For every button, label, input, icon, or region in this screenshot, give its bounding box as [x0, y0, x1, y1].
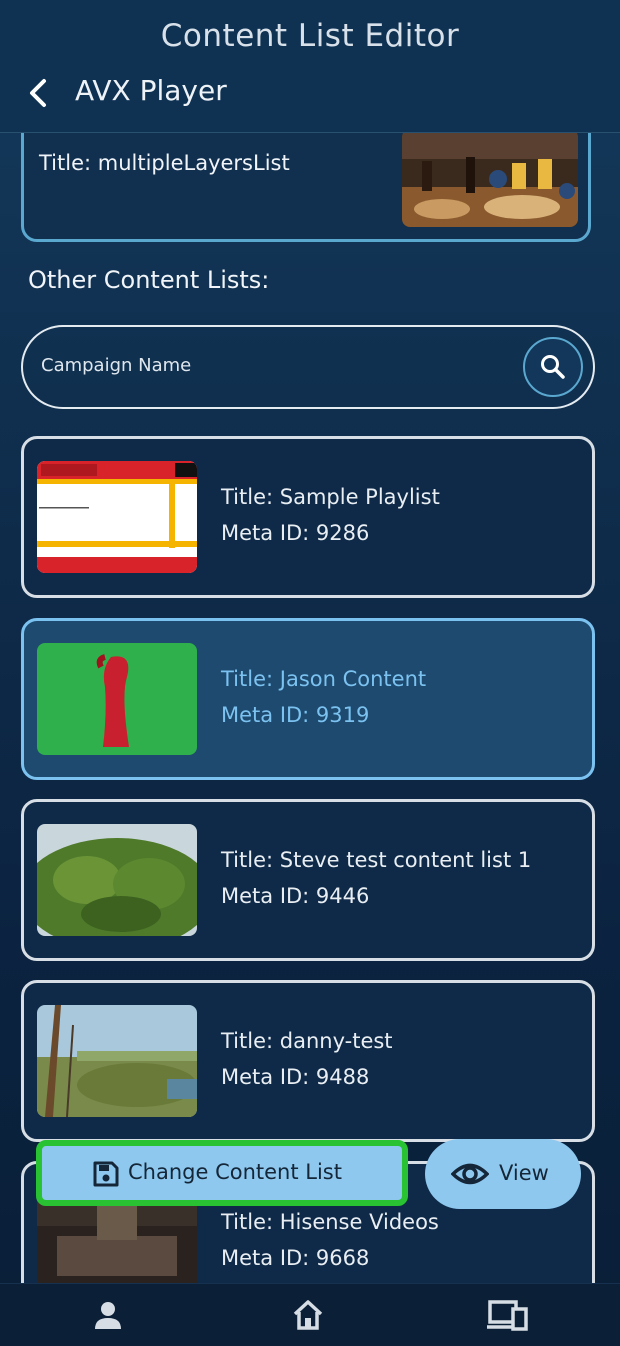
item-title: Title: Jason Content — [221, 667, 427, 691]
item-title: Title: Sample Playlist — [221, 485, 440, 509]
tree-thumbnail — [37, 824, 197, 936]
player-name: AVX Player — [75, 74, 227, 107]
item-meta-id: Meta ID: 9668 — [221, 1246, 370, 1270]
item-meta-id: Meta ID: 9286 — [221, 521, 370, 545]
item-title: Title: danny-test — [221, 1029, 393, 1053]
view-button[interactable]: View — [425, 1139, 581, 1209]
content-list-item-selected[interactable]: Title: Jason Content Meta ID: 9319 — [21, 618, 595, 780]
item-meta-id: Meta ID: 9488 — [221, 1065, 370, 1089]
green-figure-thumbnail — [37, 643, 197, 755]
back-arrow-icon[interactable] — [22, 76, 56, 110]
item-meta-id: Meta ID: 9319 — [221, 703, 370, 727]
landscape-thumbnail — [37, 1005, 197, 1117]
view-label: View — [499, 1161, 549, 1185]
page-title: Content List Editor — [160, 18, 460, 54]
app-header: Content List Editor AVX Player — [0, 0, 620, 133]
content-list-item[interactable]: Title: Sample Playlist Meta ID: 9286 — [21, 436, 595, 598]
other-lists-label: Other Content Lists: — [28, 266, 270, 294]
search-bar[interactable]: Campaign Name — [21, 325, 595, 409]
bottom-navigation — [0, 1283, 620, 1346]
change-content-list-button[interactable]: Change Content List — [36, 1140, 408, 1206]
search-icon — [541, 355, 565, 379]
content-list-item[interactable]: Title: danny-test Meta ID: 9488 — [21, 980, 595, 1142]
home-icon[interactable] — [291, 1299, 325, 1331]
item-meta-id: Meta ID: 9446 — [221, 884, 370, 908]
person-icon[interactable] — [92, 1299, 124, 1331]
search-button[interactable] — [523, 337, 583, 397]
save-icon — [93, 1161, 119, 1187]
eye-icon — [451, 1163, 489, 1185]
current-content-title: Title: multipleLayersList — [39, 151, 290, 175]
news-thumbnail — [37, 461, 197, 573]
item-title: Title: Hisense Videos — [221, 1210, 439, 1234]
current-content-thumbnail — [402, 129, 578, 227]
item-title: Title: Steve test content list 1 — [221, 848, 532, 872]
change-content-list-label: Change Content List — [128, 1160, 342, 1184]
devices-icon[interactable] — [487, 1299, 529, 1331]
search-input[interactable]: Campaign Name — [41, 355, 191, 376]
content-list-item[interactable]: Title: Steve test content list 1 Meta ID… — [21, 799, 595, 961]
